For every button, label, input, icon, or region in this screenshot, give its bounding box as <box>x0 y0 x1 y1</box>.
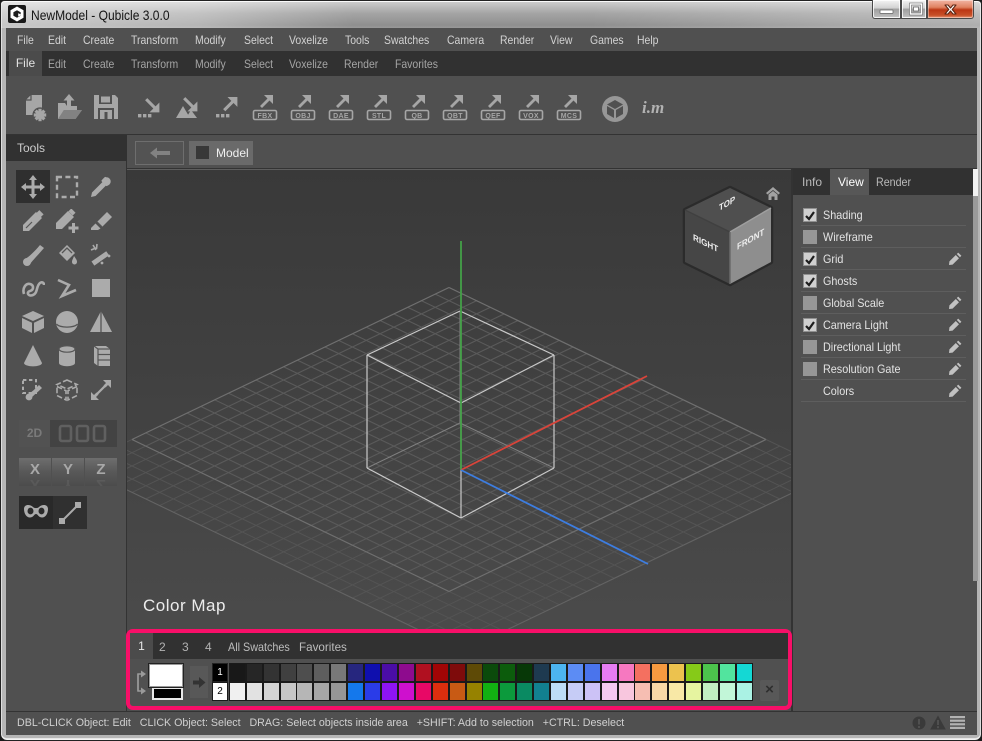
svg-text:QEF: QEF <box>485 113 501 120</box>
svg-text:DAE: DAE <box>333 113 349 120</box>
svg-text:FBX: FBX <box>258 113 273 120</box>
svg-text:STL: STL <box>372 113 387 120</box>
svg-text:VOX: VOX <box>523 113 539 120</box>
svg-text:i.m: i.m <box>642 98 664 117</box>
svg-text:OBJ: OBJ <box>295 113 310 120</box>
svg-text:QB: QB <box>411 113 422 120</box>
svg-text:QBT: QBT <box>447 113 463 120</box>
svg-text:MCS: MCS <box>561 113 577 120</box>
